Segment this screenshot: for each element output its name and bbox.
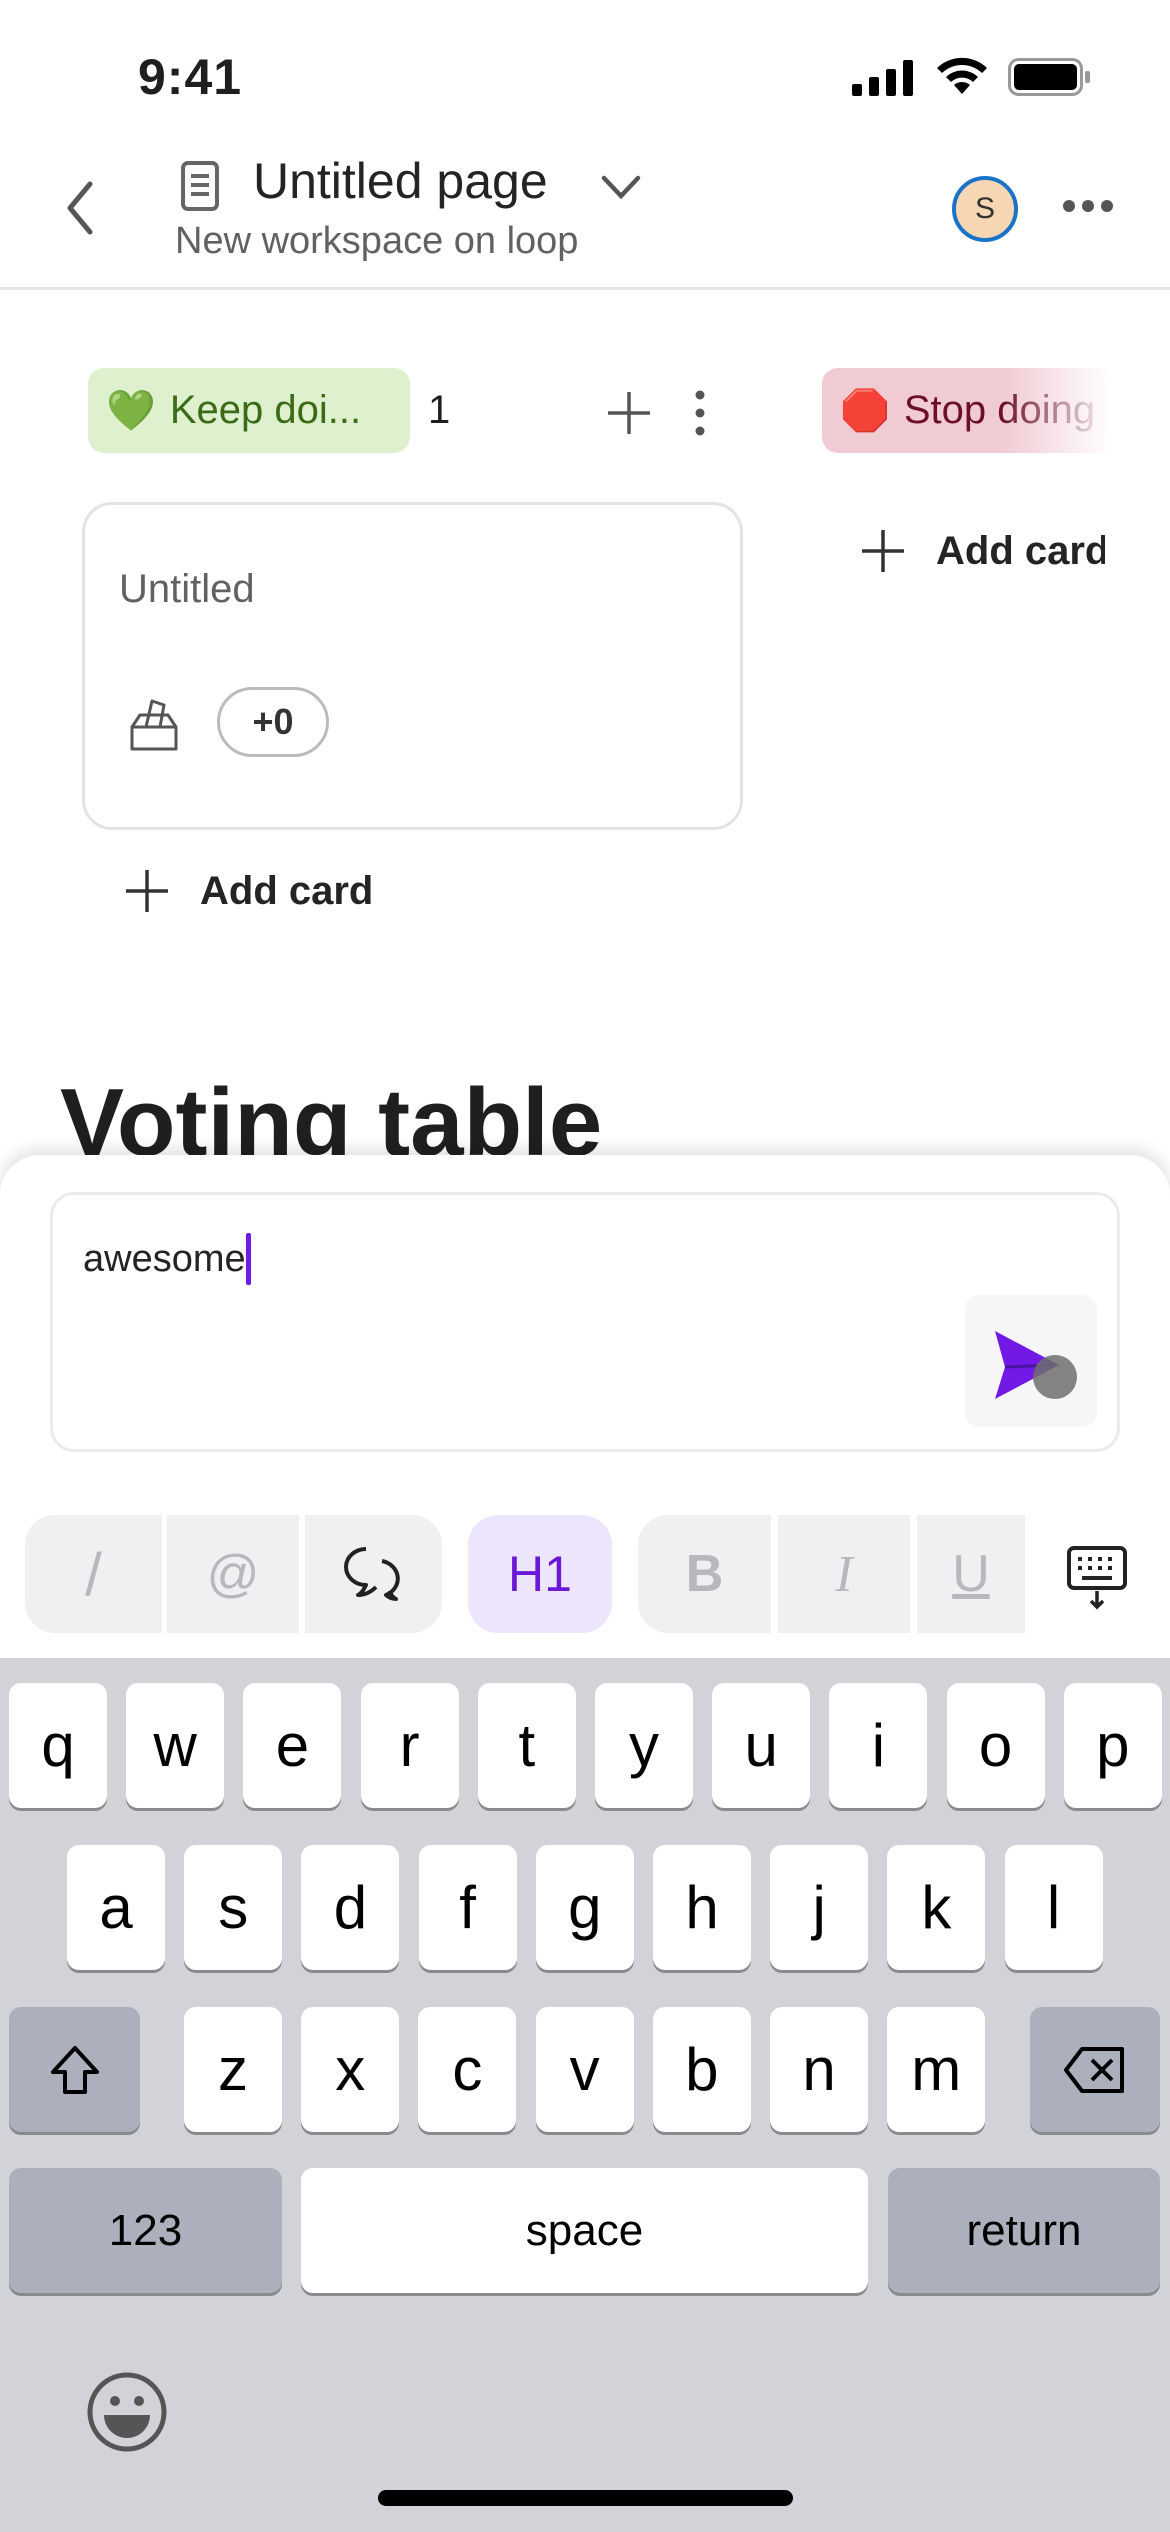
column-title: Keep doi...: [169, 388, 362, 432]
key-l[interactable]: l: [1004, 1845, 1103, 1970]
key-z[interactable]: z: [184, 2007, 282, 2132]
page-title[interactable]: Untitled page: [253, 152, 548, 210]
key-i[interactable]: i: [829, 1683, 928, 1808]
key-d[interactable]: d: [301, 1845, 400, 1970]
mention-button[interactable]: @: [167, 1515, 299, 1633]
chevron-down-icon[interactable]: [600, 172, 642, 202]
add-card-button[interactable]: Add card: [860, 528, 1105, 574]
send-icon: [995, 1331, 1077, 1399]
shift-icon: [50, 2045, 99, 2094]
slash-command-button[interactable]: /: [25, 1515, 162, 1633]
header-divider: [0, 287, 1170, 290]
text-caret: [245, 1233, 251, 1285]
card-title: Untitled: [119, 567, 255, 611]
battery-icon: [1008, 58, 1090, 96]
cellular-signal-icon: [852, 60, 913, 96]
send-button[interactable]: [965, 1295, 1097, 1427]
italic-button[interactable]: I: [778, 1515, 910, 1633]
key-x[interactable]: x: [301, 2007, 400, 2132]
comment-icon: [343, 1547, 400, 1601]
plus-icon: [862, 530, 904, 572]
key-w[interactable]: w: [126, 1683, 225, 1808]
key-g[interactable]: g: [535, 1845, 634, 1970]
message-input[interactable]: awesome: [50, 1192, 1120, 1452]
comment-button[interactable]: [305, 1515, 442, 1633]
home-indicator: [378, 2490, 793, 2506]
key-o[interactable]: o: [946, 1683, 1045, 1808]
underline-button[interactable]: U: [917, 1515, 1025, 1633]
back-icon[interactable]: [60, 180, 100, 236]
keyboard-dismiss-icon[interactable]: [1066, 1545, 1128, 1611]
return-key[interactable]: return: [888, 2168, 1160, 2293]
add-card-label: Add card: [936, 528, 1105, 573]
key-j[interactable]: j: [770, 1845, 869, 1970]
key-b[interactable]: b: [652, 2007, 751, 2132]
emoji-icon[interactable]: [86, 2371, 168, 2453]
add-icon[interactable]: [606, 390, 652, 436]
wifi-icon: [937, 57, 987, 94]
document-icon: [181, 161, 219, 211]
backspace-icon: [1064, 2046, 1124, 2093]
key-c[interactable]: c: [418, 2007, 517, 2132]
key-a[interactable]: a: [67, 1845, 165, 1970]
workspace-subtitle: New workspace on loop: [175, 220, 579, 262]
stop-sign-icon: 🛑: [840, 389, 890, 433]
bold-button[interactable]: B: [638, 1515, 771, 1633]
plus-icon: [126, 870, 168, 912]
key-p[interactable]: p: [1063, 1683, 1162, 1808]
backspace-key[interactable]: [1030, 2007, 1160, 2132]
status-time: 9:41: [138, 49, 243, 105]
shift-key[interactable]: [9, 2007, 140, 2132]
key-v[interactable]: v: [535, 2007, 634, 2132]
key-r[interactable]: r: [360, 1683, 459, 1808]
input-text-wrap: awesome: [83, 1233, 251, 1285]
numbers-key[interactable]: 123: [9, 2168, 282, 2293]
vote-count-button[interactable]: +0: [217, 687, 329, 757]
key-k[interactable]: k: [887, 1845, 986, 1970]
green-heart-icon: 💚: [106, 389, 156, 433]
key-n[interactable]: n: [770, 2007, 868, 2132]
key-q[interactable]: q: [9, 1683, 107, 1808]
ballot-box-icon: [130, 699, 178, 751]
key-u[interactable]: u: [712, 1683, 811, 1808]
key-f[interactable]: f: [418, 1845, 517, 1970]
add-card-label: Add card: [200, 868, 374, 913]
key-m[interactable]: m: [887, 2007, 986, 2132]
key-t[interactable]: t: [477, 1683, 576, 1808]
column-header-keep-doing[interactable]: 💚 Keep doi...: [88, 368, 410, 453]
key-y[interactable]: y: [595, 1683, 693, 1808]
column-count: 1: [428, 388, 451, 432]
heading1-button[interactable]: H1: [468, 1515, 612, 1633]
board-card[interactable]: Untitled +0: [82, 502, 743, 830]
key-s[interactable]: s: [184, 1845, 283, 1970]
key-e[interactable]: e: [243, 1683, 342, 1808]
input-value: awesome: [83, 1237, 246, 1280]
more-vertical-icon[interactable]: [692, 390, 708, 436]
avatar[interactable]: S: [952, 176, 1018, 242]
more-horizontal-icon[interactable]: [1062, 196, 1114, 216]
space-key[interactable]: space: [301, 2168, 868, 2293]
column-header-stop-doing[interactable]: 🛑 Stop doing: [822, 368, 1112, 453]
key-h[interactable]: h: [653, 1845, 751, 1970]
add-card-button[interactable]: Add card: [124, 868, 373, 914]
